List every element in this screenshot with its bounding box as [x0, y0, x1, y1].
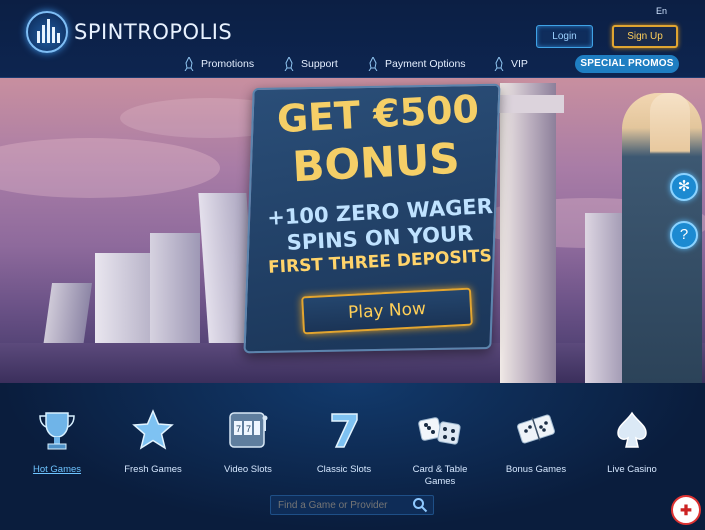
language-selector[interactable]: En [656, 6, 667, 16]
responsible-gaming-badge-icon[interactable]: ✚ [671, 495, 701, 525]
rocket-icon [184, 57, 194, 71]
dice-icon [418, 417, 461, 445]
spade-card-icon [617, 411, 647, 448]
category-label: Bonus Games [505, 464, 567, 475]
trophy-icon [39, 412, 75, 450]
nav-item-promotions[interactable]: Promotions [183, 55, 254, 73]
nav-item-support[interactable]: Support [283, 55, 338, 73]
category-label: Hot Games [32, 464, 82, 475]
category-card-table-games[interactable]: Card & Table Games [399, 407, 481, 488]
site-header: SPINTROPOLIS En Login Sign Up Promotions… [0, 0, 705, 78]
seven-icon [331, 413, 358, 448]
game-search-input[interactable] [270, 495, 434, 515]
category-label: Classic Slots [316, 464, 372, 475]
login-button[interactable]: Login [536, 25, 593, 48]
brand-name: SPINTROPOLIS [74, 20, 233, 44]
logo[interactable]: SPINTROPOLIS [26, 11, 232, 53]
snowflake-icon[interactable]: ✻ [670, 173, 698, 201]
search-icon[interactable] [412, 497, 428, 513]
category-hot-games[interactable]: Hot Games [16, 407, 98, 476]
category-classic-slots[interactable]: Classic Slots [303, 407, 385, 476]
domino-icon [517, 414, 555, 444]
special-promos-button[interactable]: SPECIAL PROMOS [575, 55, 679, 73]
nav-label: Support [301, 58, 338, 70]
rocket-icon [368, 57, 378, 71]
rocket-icon [284, 57, 294, 71]
star-icon [132, 409, 174, 450]
category-label: Live Casino [607, 464, 657, 475]
category-label: Video Slots [224, 464, 272, 475]
signup-button[interactable]: Sign Up [612, 25, 678, 48]
category-label: Card & Table Games [412, 464, 468, 487]
category-fresh-games[interactable]: Fresh Games [112, 407, 194, 476]
svg-text:7: 7 [246, 424, 251, 434]
nav-label: Promotions [201, 58, 255, 70]
svg-text:7: 7 [236, 424, 241, 434]
rocket-icon [494, 57, 504, 71]
nav-item-vip[interactable]: VIP [493, 55, 528, 73]
help-icon[interactable]: ? [670, 221, 698, 249]
city-logo-icon [26, 11, 68, 53]
category-live-casino[interactable]: Live Casino [591, 407, 673, 476]
category-bonus-games[interactable]: Bonus Games [495, 407, 577, 476]
nav-label: VIP [511, 58, 528, 70]
category-video-slots[interactable]: 7 7 Video Slots [207, 407, 289, 476]
nav-label: Payment Options [385, 58, 466, 70]
category-label: Fresh Games [124, 464, 182, 475]
nav-item-payment-options[interactable]: Payment Options [367, 55, 466, 73]
slot-machine-icon: 7 7 [229, 412, 268, 448]
